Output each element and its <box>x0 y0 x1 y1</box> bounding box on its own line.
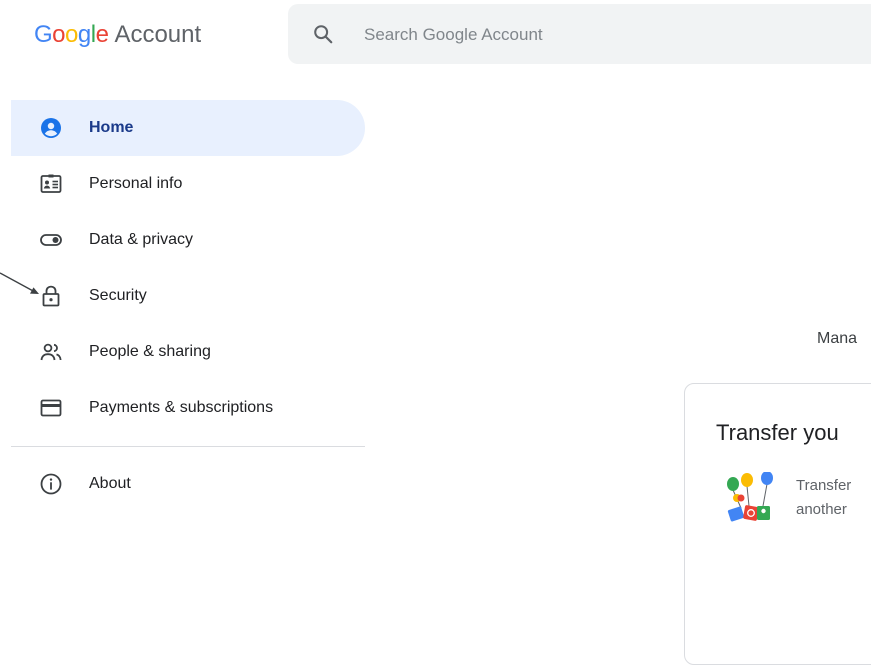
toggle-icon <box>40 234 62 246</box>
logo-letter: o <box>65 21 78 48</box>
id-card-icon <box>40 174 62 193</box>
logo-letter: o <box>52 21 66 48</box>
sidebar-divider <box>11 446 365 447</box>
search-input[interactable] <box>362 4 846 66</box>
sidebar-item-label: People & sharing <box>89 343 211 360</box>
header: Google Account <box>0 0 871 70</box>
sidebar-item-about[interactable]: About <box>11 456 365 512</box>
sidebar-item-payments-subscriptions[interactable]: Payments & subscriptions <box>11 380 365 436</box>
google-account-logo[interactable]: Google Account <box>34 20 201 50</box>
people-icon <box>40 343 62 361</box>
sidebar-item-label: Data & privacy <box>89 231 194 248</box>
sidebar-item-personal-info[interactable]: Personal info <box>11 156 365 212</box>
credit-card-icon <box>40 399 62 417</box>
search-icon[interactable] <box>312 23 334 45</box>
search-bar[interactable] <box>288 4 871 66</box>
transfer-card[interactable]: Transfer you Transfer another <box>684 383 871 665</box>
account-circle-icon <box>41 118 61 138</box>
sidebar-item-label: Payments & subscriptions <box>89 399 274 416</box>
logo-product-name: Account <box>114 21 202 48</box>
sidebar-item-home[interactable]: Home <box>11 100 365 156</box>
logo-letter: g <box>77 21 91 48</box>
logo-letter: e <box>95 21 109 48</box>
sidebar-item-data-privacy[interactable]: Data & privacy <box>11 212 365 268</box>
sidebar-item-label: Security <box>89 287 147 304</box>
sidebar-item-label: About <box>89 475 131 492</box>
card-title: Transfer you <box>716 420 839 445</box>
info-icon <box>40 473 62 495</box>
google-wordmark: Google <box>34 21 109 48</box>
sidebar-item-security[interactable]: Security <box>11 268 365 324</box>
sidebar-item-label: Personal info <box>89 175 183 192</box>
annotation-arrow-icon <box>0 272 39 294</box>
card-description-line: another <box>796 501 847 518</box>
card-description-line: Transfer <box>796 477 852 494</box>
card-description: Transfer another <box>796 474 851 522</box>
sidebar-item-people-sharing[interactable]: People & sharing <box>11 324 365 380</box>
logo-letter: G <box>34 21 53 48</box>
sidebar-item-label: Home <box>89 119 134 136</box>
manage-text: Mana <box>817 330 858 347</box>
transfer-illustration-icon <box>727 472 773 522</box>
